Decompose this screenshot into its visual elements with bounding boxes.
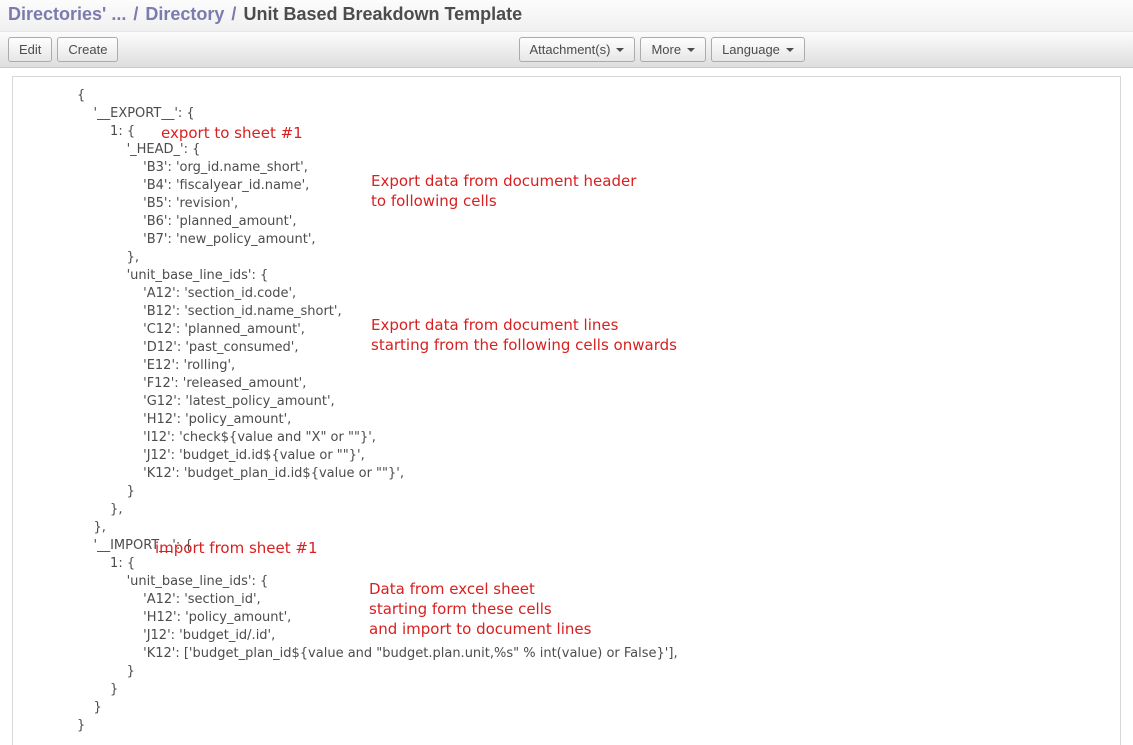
toolbar: Edit Create Attachment(s) More Language <box>0 32 1133 68</box>
language-label: Language <box>722 42 780 57</box>
annotation-export-sheet: export to sheet #1 <box>161 123 303 143</box>
edit-button[interactable]: Edit <box>8 37 52 62</box>
more-dropdown[interactable]: More <box>640 37 706 62</box>
create-button[interactable]: Create <box>57 37 118 62</box>
caret-down-icon <box>786 48 794 52</box>
breadcrumb-separator: / <box>231 4 236 24</box>
breadcrumb-directory-link[interactable]: Directory <box>145 4 224 24</box>
breadcrumb-root-link[interactable]: Directories' ... <box>8 4 126 24</box>
attachments-dropdown[interactable]: Attachment(s) <box>519 37 636 62</box>
breadcrumb-current: Unit Based Breakdown Template <box>243 4 522 24</box>
annotation-export-header: Export data from document header to foll… <box>371 171 636 211</box>
breadcrumb-separator: / <box>133 4 138 24</box>
attachments-label: Attachment(s) <box>530 42 611 57</box>
annotation-export-lines: Export data from document lines starting… <box>371 315 677 355</box>
annotation-import-sheet: import from sheet #1 <box>155 538 318 558</box>
annotation-import-lines: Data from excel sheet starting form thes… <box>369 579 591 639</box>
breadcrumb: Directories' ... / Directory / Unit Base… <box>0 0 1133 32</box>
more-label: More <box>651 42 681 57</box>
language-dropdown[interactable]: Language <box>711 37 805 62</box>
caret-down-icon <box>687 48 695 52</box>
caret-down-icon <box>616 48 624 52</box>
form-sheet: { '__EXPORT__': { 1: { '_HEAD_': { 'B3':… <box>12 76 1121 745</box>
